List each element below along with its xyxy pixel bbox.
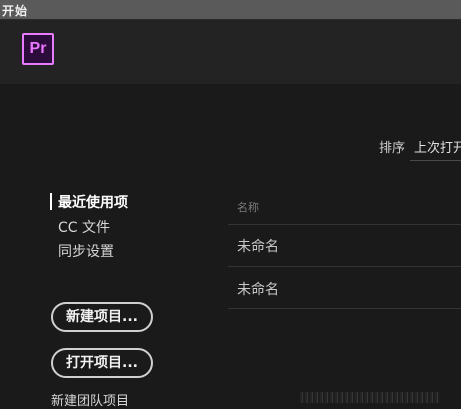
nav-item-cc-files[interactable]: CC 文件 <box>58 217 110 237</box>
sort-dropdown-underline <box>410 160 461 161</box>
new-project-button[interactable]: 新建项目... <box>51 302 153 332</box>
table-divider <box>228 308 461 309</box>
sort-dropdown[interactable]: 上次打开 <box>414 137 461 156</box>
recent-file-row[interactable]: 未命名 <box>237 279 279 299</box>
nav-item-recent[interactable]: 最近使用项 <box>58 192 128 212</box>
premiere-logo: Pr <box>22 33 54 65</box>
window-title: 开始 <box>2 4 29 18</box>
decorative-texture <box>300 392 440 403</box>
table-divider <box>228 224 461 225</box>
new-team-project-link[interactable]: 新建团队项目 <box>51 390 129 409</box>
nav-item-sync-settings[interactable]: 同步设置 <box>58 241 114 261</box>
app-header <box>0 20 461 84</box>
sort-label: 排序 <box>379 141 406 156</box>
logo-text: Pr <box>29 40 47 57</box>
active-nav-indicator <box>50 193 52 210</box>
open-project-button[interactable]: 打开项目... <box>51 348 153 378</box>
window-titlebar: 开始 <box>0 0 461 20</box>
recent-file-row[interactable]: 未命名 <box>237 236 279 256</box>
column-header-name[interactable]: 名称 <box>237 199 259 215</box>
table-divider <box>228 266 461 267</box>
